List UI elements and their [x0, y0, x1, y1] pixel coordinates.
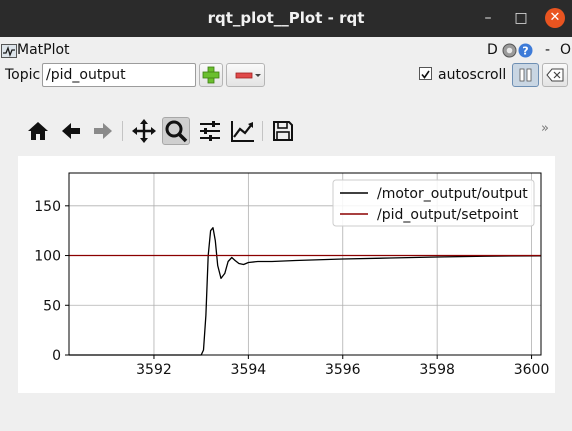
x-tick-label: 3600	[514, 362, 550, 378]
legend-label: /pid_output/setpoint	[377, 207, 519, 223]
legend: /motor_output/output/pid_output/setpoint	[332, 179, 535, 227]
x-tick-label: 3594	[231, 362, 267, 378]
y-tick-label: 0	[52, 348, 61, 364]
x-tick-label: 3598	[419, 362, 455, 378]
series-line-1	[69, 227, 542, 356]
chart: 3592 3594 3596 3598 3600 0 50 100 150 /motor_out…	[34, 172, 550, 378]
legend-label: /motor_output/output	[377, 186, 528, 202]
y-tick-label: 150	[34, 199, 61, 215]
y-tick-label: 100	[34, 249, 61, 265]
x-tick-label: 3592	[136, 362, 172, 378]
x-tick-label: 3596	[325, 362, 361, 378]
y-tick-label: 50	[43, 298, 61, 314]
